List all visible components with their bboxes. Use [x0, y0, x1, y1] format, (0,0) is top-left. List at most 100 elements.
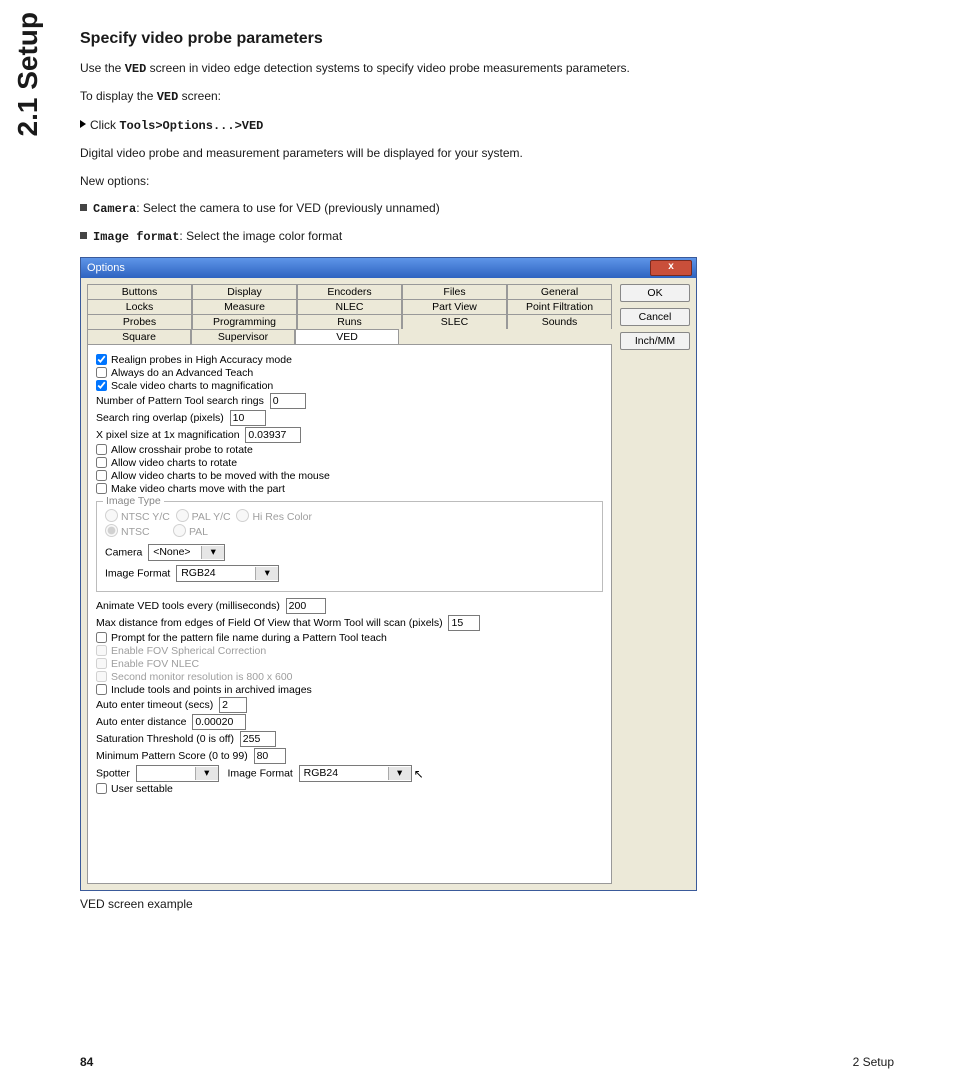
tab-probes[interactable]: Probes [87, 314, 192, 329]
select-camera[interactable]: <None>▾ [148, 544, 225, 561]
label-prompt-pattern: Prompt for the pattern file name during … [111, 632, 387, 644]
input-x-pixel-size[interactable] [245, 427, 301, 443]
input-search-rings[interactable] [270, 393, 306, 409]
chapter-label: 2 Setup [853, 1055, 894, 1069]
chevron-down-icon: ▾ [195, 767, 218, 780]
select-spotter-image-format[interactable]: RGB24▾ [299, 765, 412, 782]
checkbox-include-tools[interactable] [96, 684, 107, 695]
input-animate[interactable] [286, 598, 326, 614]
checkbox-crosshair-rotate[interactable] [96, 444, 107, 455]
page-footer: 84 2 Setup [80, 1055, 894, 1069]
tab-ved[interactable]: VED [295, 329, 399, 344]
checkbox-scale-charts[interactable] [96, 380, 107, 391]
select-spotter[interactable]: ▾ [136, 765, 219, 782]
tab-strip: Buttons Display Encoders Files General L… [87, 284, 612, 344]
tab-sounds[interactable]: Sounds [507, 314, 612, 329]
tab-point-filtration[interactable]: Point Filtration [507, 299, 612, 314]
label-pal: PAL [189, 526, 208, 538]
checkbox-realign[interactable] [96, 354, 107, 365]
checkbox-charts-mouse[interactable] [96, 470, 107, 481]
tab-slec[interactable]: SLEC [402, 314, 507, 329]
tab-runs[interactable]: Runs [297, 314, 402, 329]
figure-caption: VED screen example [80, 897, 700, 911]
bullet-camera: Camera: Select the camera to use for VED… [80, 200, 700, 218]
display-instruction: To display the VED screen: [80, 88, 700, 106]
triangle-bullet-icon [80, 120, 86, 128]
checkbox-prompt-pattern[interactable] [96, 632, 107, 643]
label-advanced-teach: Always do an Advanced Teach [111, 367, 253, 379]
label-search-rings: Number of Pattern Tool search rings [96, 395, 264, 407]
tab-display[interactable]: Display [192, 284, 297, 299]
tab-files[interactable]: Files [402, 284, 507, 299]
label-fov-spherical: Enable FOV Spherical Correction [111, 645, 266, 657]
tab-measure[interactable]: Measure [192, 299, 297, 314]
tab-programming[interactable]: Programming [192, 314, 297, 329]
intro-paragraph: Use the VED screen in video edge detecti… [80, 60, 700, 78]
dialog-screenshot: Options x Buttons Display Encoders Files… [80, 257, 697, 891]
label-scale-charts: Scale video charts to magnification [111, 380, 273, 392]
radio-pal-yc [176, 509, 189, 522]
label-spotter: Spotter [96, 767, 130, 779]
label-saturation: Saturation Threshold (0 is off) [96, 733, 234, 745]
new-options-label: New options: [80, 173, 700, 190]
square-bullet-icon [80, 204, 87, 211]
checkbox-charts-rotate[interactable] [96, 457, 107, 468]
input-saturation[interactable] [240, 731, 276, 747]
input-max-distance[interactable] [448, 615, 480, 631]
label-min-pattern: Minimum Pattern Score (0 to 99) [96, 750, 248, 762]
checkbox-user-settable[interactable] [96, 783, 107, 794]
label-second-monitor: Second monitor resolution is 800 x 600 [111, 671, 293, 683]
dialog-titlebar[interactable]: Options x [81, 258, 696, 278]
label-auto-timeout: Auto enter timeout (secs) [96, 699, 213, 711]
square-bullet-icon [80, 232, 87, 239]
label-hires: Hi Res Color [252, 511, 312, 523]
tab-buttons[interactable]: Buttons [87, 284, 192, 299]
input-auto-distance[interactable] [192, 714, 246, 730]
page-heading: Specify video probe parameters [80, 30, 700, 48]
ok-button[interactable]: OK [620, 284, 690, 302]
page-number: 84 [80, 1055, 93, 1069]
label-charts-mouse: Allow video charts to be moved with the … [111, 470, 330, 482]
checkbox-fov-spherical [96, 645, 107, 656]
result-paragraph: Digital video probe and measurement para… [80, 145, 700, 162]
radio-ntsc [105, 524, 118, 537]
input-min-pattern[interactable] [254, 748, 286, 764]
input-auto-timeout[interactable] [219, 697, 247, 713]
label-ntsc: NTSC [121, 526, 150, 538]
close-icon[interactable]: x [650, 260, 692, 276]
tab-encoders[interactable]: Encoders [297, 284, 402, 299]
chevron-down-icon: ▾ [201, 546, 224, 559]
chevron-down-icon: ▾ [255, 567, 278, 580]
tab-supervisor[interactable]: Supervisor [191, 329, 295, 344]
label-ntsc-yc: NTSC Y/C [121, 511, 170, 523]
select-image-format[interactable]: RGB24▾ [176, 565, 279, 582]
label-charts-rotate: Allow video charts to rotate [111, 457, 237, 469]
label-animate: Animate VED tools every (milliseconds) [96, 600, 280, 612]
bullet-image-format: Image format: Select the image color for… [80, 228, 700, 246]
tab-nlec[interactable]: NLEC [297, 299, 402, 314]
checkbox-second-monitor [96, 671, 107, 682]
label-charts-part: Make video charts move with the part [111, 483, 285, 495]
section-side-label: 2.1 Setup [12, 12, 44, 136]
radio-hires [236, 509, 249, 522]
radio-pal [173, 524, 186, 537]
label-ring-overlap: Search ring overlap (pixels) [96, 412, 224, 424]
inch-mm-button[interactable]: Inch/MM [620, 332, 690, 350]
tab-part-view[interactable]: Part View [402, 299, 507, 314]
tab-locks[interactable]: Locks [87, 299, 192, 314]
input-ring-overlap[interactable] [230, 410, 266, 426]
checkbox-advanced-teach[interactable] [96, 367, 107, 378]
label-crosshair-rotate: Allow crosshair probe to rotate [111, 444, 253, 456]
label-user-settable: User settable [111, 783, 173, 795]
radio-ntsc-yc [105, 509, 118, 522]
group-image-type: Image Type NTSC Y/C PAL Y/C Hi Res Color… [96, 501, 603, 592]
label-auto-distance: Auto enter distance [96, 716, 186, 728]
tab-general[interactable]: General [507, 284, 612, 299]
tab-square[interactable]: Square [87, 329, 191, 344]
cancel-button[interactable]: Cancel [620, 308, 690, 326]
label-x-pixel-size: X pixel size at 1x magnification [96, 429, 240, 441]
label-pal-yc: PAL Y/C [192, 511, 231, 523]
cursor-icon: ↖ [414, 767, 424, 781]
checkbox-charts-part[interactable] [96, 483, 107, 494]
dialog-title: Options [81, 262, 125, 274]
